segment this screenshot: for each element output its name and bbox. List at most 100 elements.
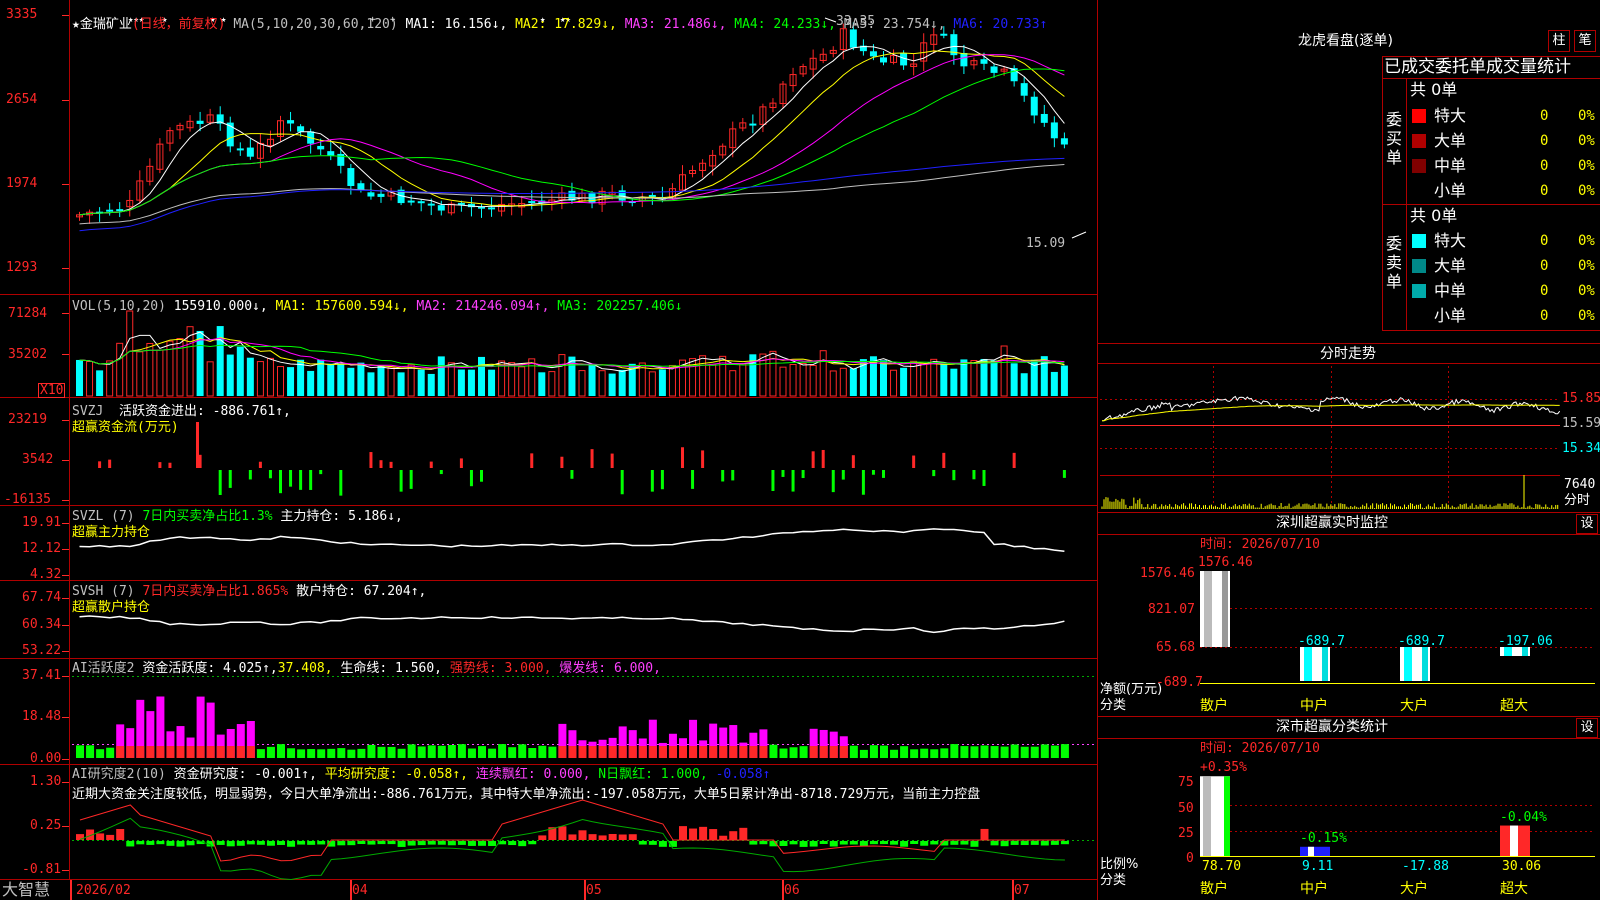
intraday-vol-label: 7640 <box>1564 477 1596 492</box>
monitor-time: 时间: 2026/07/10 <box>1200 537 1320 552</box>
svzj-bar <box>610 453 614 468</box>
ai1-base <box>839 746 848 758</box>
monitor-category-label: 散户 <box>1200 698 1228 714</box>
candle-body <box>1020 83 1028 96</box>
ai1-header: AI活跃度2 资金活跃度: 4.025↑,37.408, 生命线: 1.560,… <box>72 661 661 677</box>
candle-body <box>367 192 375 197</box>
volume-bar <box>799 362 807 397</box>
svzj-bar <box>942 452 946 468</box>
vol-value: 155910.000↓, <box>173 299 268 314</box>
volume-bar <box>729 370 737 397</box>
period-mode[interactable]: (日线，前复权) <box>132 17 226 32</box>
monitor-settings-button[interactable]: 设 <box>1576 514 1598 534</box>
volume-bar <box>226 354 234 396</box>
ai2-bar <box>427 841 436 845</box>
volume-bar <box>397 372 405 396</box>
ai2-bar <box>387 841 396 845</box>
svzj-bar <box>831 470 835 493</box>
ai1-base <box>819 746 828 758</box>
ai2-bar <box>709 829 718 840</box>
volume-bar <box>699 355 707 397</box>
xaxis-label-3: 05 <box>586 883 602 898</box>
classify-change-label: -0.04% <box>1500 809 1547 825</box>
classify-settings-button[interactable]: 设 <box>1576 718 1598 738</box>
ai1-bar <box>1060 744 1069 758</box>
svzl-line <box>79 528 1065 553</box>
volume-bar <box>206 361 214 397</box>
ai2-bar <box>789 841 798 845</box>
ai2-bar <box>930 841 939 845</box>
svzl-ratio: 7日内买卖净占比1.3% <box>142 509 273 524</box>
candle-body <box>960 53 968 67</box>
ai2-bar <box>508 841 517 846</box>
volume-bar <box>407 364 415 397</box>
volume-bar <box>417 369 425 396</box>
classify-value-label: -17.88 <box>1402 859 1449 874</box>
svzj-bar <box>660 470 664 490</box>
volume-bar <box>598 370 606 397</box>
volume-bar <box>96 370 104 396</box>
monitor-axis-3: 65.68 <box>1156 640 1196 655</box>
ai2-bar <box>307 841 316 845</box>
ai1-bar <box>1020 746 1029 758</box>
svzj-name: SVZJ <box>72 404 104 419</box>
buy-row-count: 0 <box>1540 158 1549 174</box>
ai1-base <box>638 746 647 758</box>
buy-row-count: 0 <box>1540 108 1549 124</box>
ai2-bar <box>447 841 456 846</box>
buy-row-label: 小单 <box>1434 181 1467 200</box>
ai1-base <box>216 746 225 758</box>
volume-bar <box>950 368 958 396</box>
ai1-base <box>709 746 718 758</box>
buy-row-count: 0 <box>1540 133 1549 149</box>
ai2-bar <box>347 841 356 846</box>
classify-xlabel: 分类 <box>1100 873 1127 888</box>
volume-bar <box>558 354 566 397</box>
lhb-bar-button[interactable]: 柱 <box>1548 30 1570 52</box>
vol-ma1: MA1: 157600.594↓, <box>275 299 409 314</box>
price-axis-3: 1974 <box>6 176 38 191</box>
classify-change-label: +0.35% <box>1200 760 1247 776</box>
intraday-title: 分时走势 <box>1320 346 1376 362</box>
svzj-bar <box>429 461 433 468</box>
volume-bar <box>890 369 898 397</box>
ai2-bar <box>950 841 959 845</box>
ai1-bar <box>397 748 406 758</box>
ai2-bar <box>1060 841 1069 845</box>
volume-bar <box>327 363 335 396</box>
volume-bar <box>266 357 274 397</box>
classify-bar-shade <box>1203 776 1211 856</box>
svzj-bar <box>369 452 373 468</box>
svzj-bar <box>289 470 293 487</box>
low-price-label: 15.09 <box>1026 236 1066 251</box>
ai1-label: 资金活跃度: 4.025↑, <box>142 661 278 676</box>
svzj-subtitle: 超赢资金流(万元) <box>72 420 179 435</box>
candle-body <box>990 66 998 73</box>
sell-row-label: 大单 <box>1434 256 1467 275</box>
ai2-v: -0.058↑ <box>715 767 771 782</box>
ai1-base <box>628 746 637 758</box>
svzj-bar <box>560 456 564 468</box>
volume-bar <box>809 365 817 397</box>
svzl-label: 主力持仓: 5.186↓, <box>280 509 403 524</box>
ai1-bar <box>859 749 868 758</box>
lhb-tick-button[interactable]: 笔 <box>1574 30 1596 52</box>
svzj-bar <box>851 455 855 468</box>
volume-bar <box>287 367 295 396</box>
volume-bar <box>548 371 556 397</box>
svzj-bar <box>218 470 222 495</box>
svzj-bar <box>299 470 303 490</box>
star-icon[interactable]: ★ <box>72 17 80 32</box>
ai1-base <box>578 746 587 758</box>
monitor-bar-shade <box>1222 571 1228 647</box>
sell-swatch <box>1412 309 1426 323</box>
ai1-bar <box>337 748 346 758</box>
candle-body <box>940 33 948 36</box>
sell-swatch <box>1412 234 1426 248</box>
ai1-base <box>126 746 135 758</box>
ai1-bar <box>960 746 969 758</box>
svzj-bar <box>871 470 875 475</box>
ai2-bar <box>116 829 125 840</box>
ai1-bar <box>528 748 537 758</box>
classify-ylabel: 比例% <box>1100 857 1139 872</box>
